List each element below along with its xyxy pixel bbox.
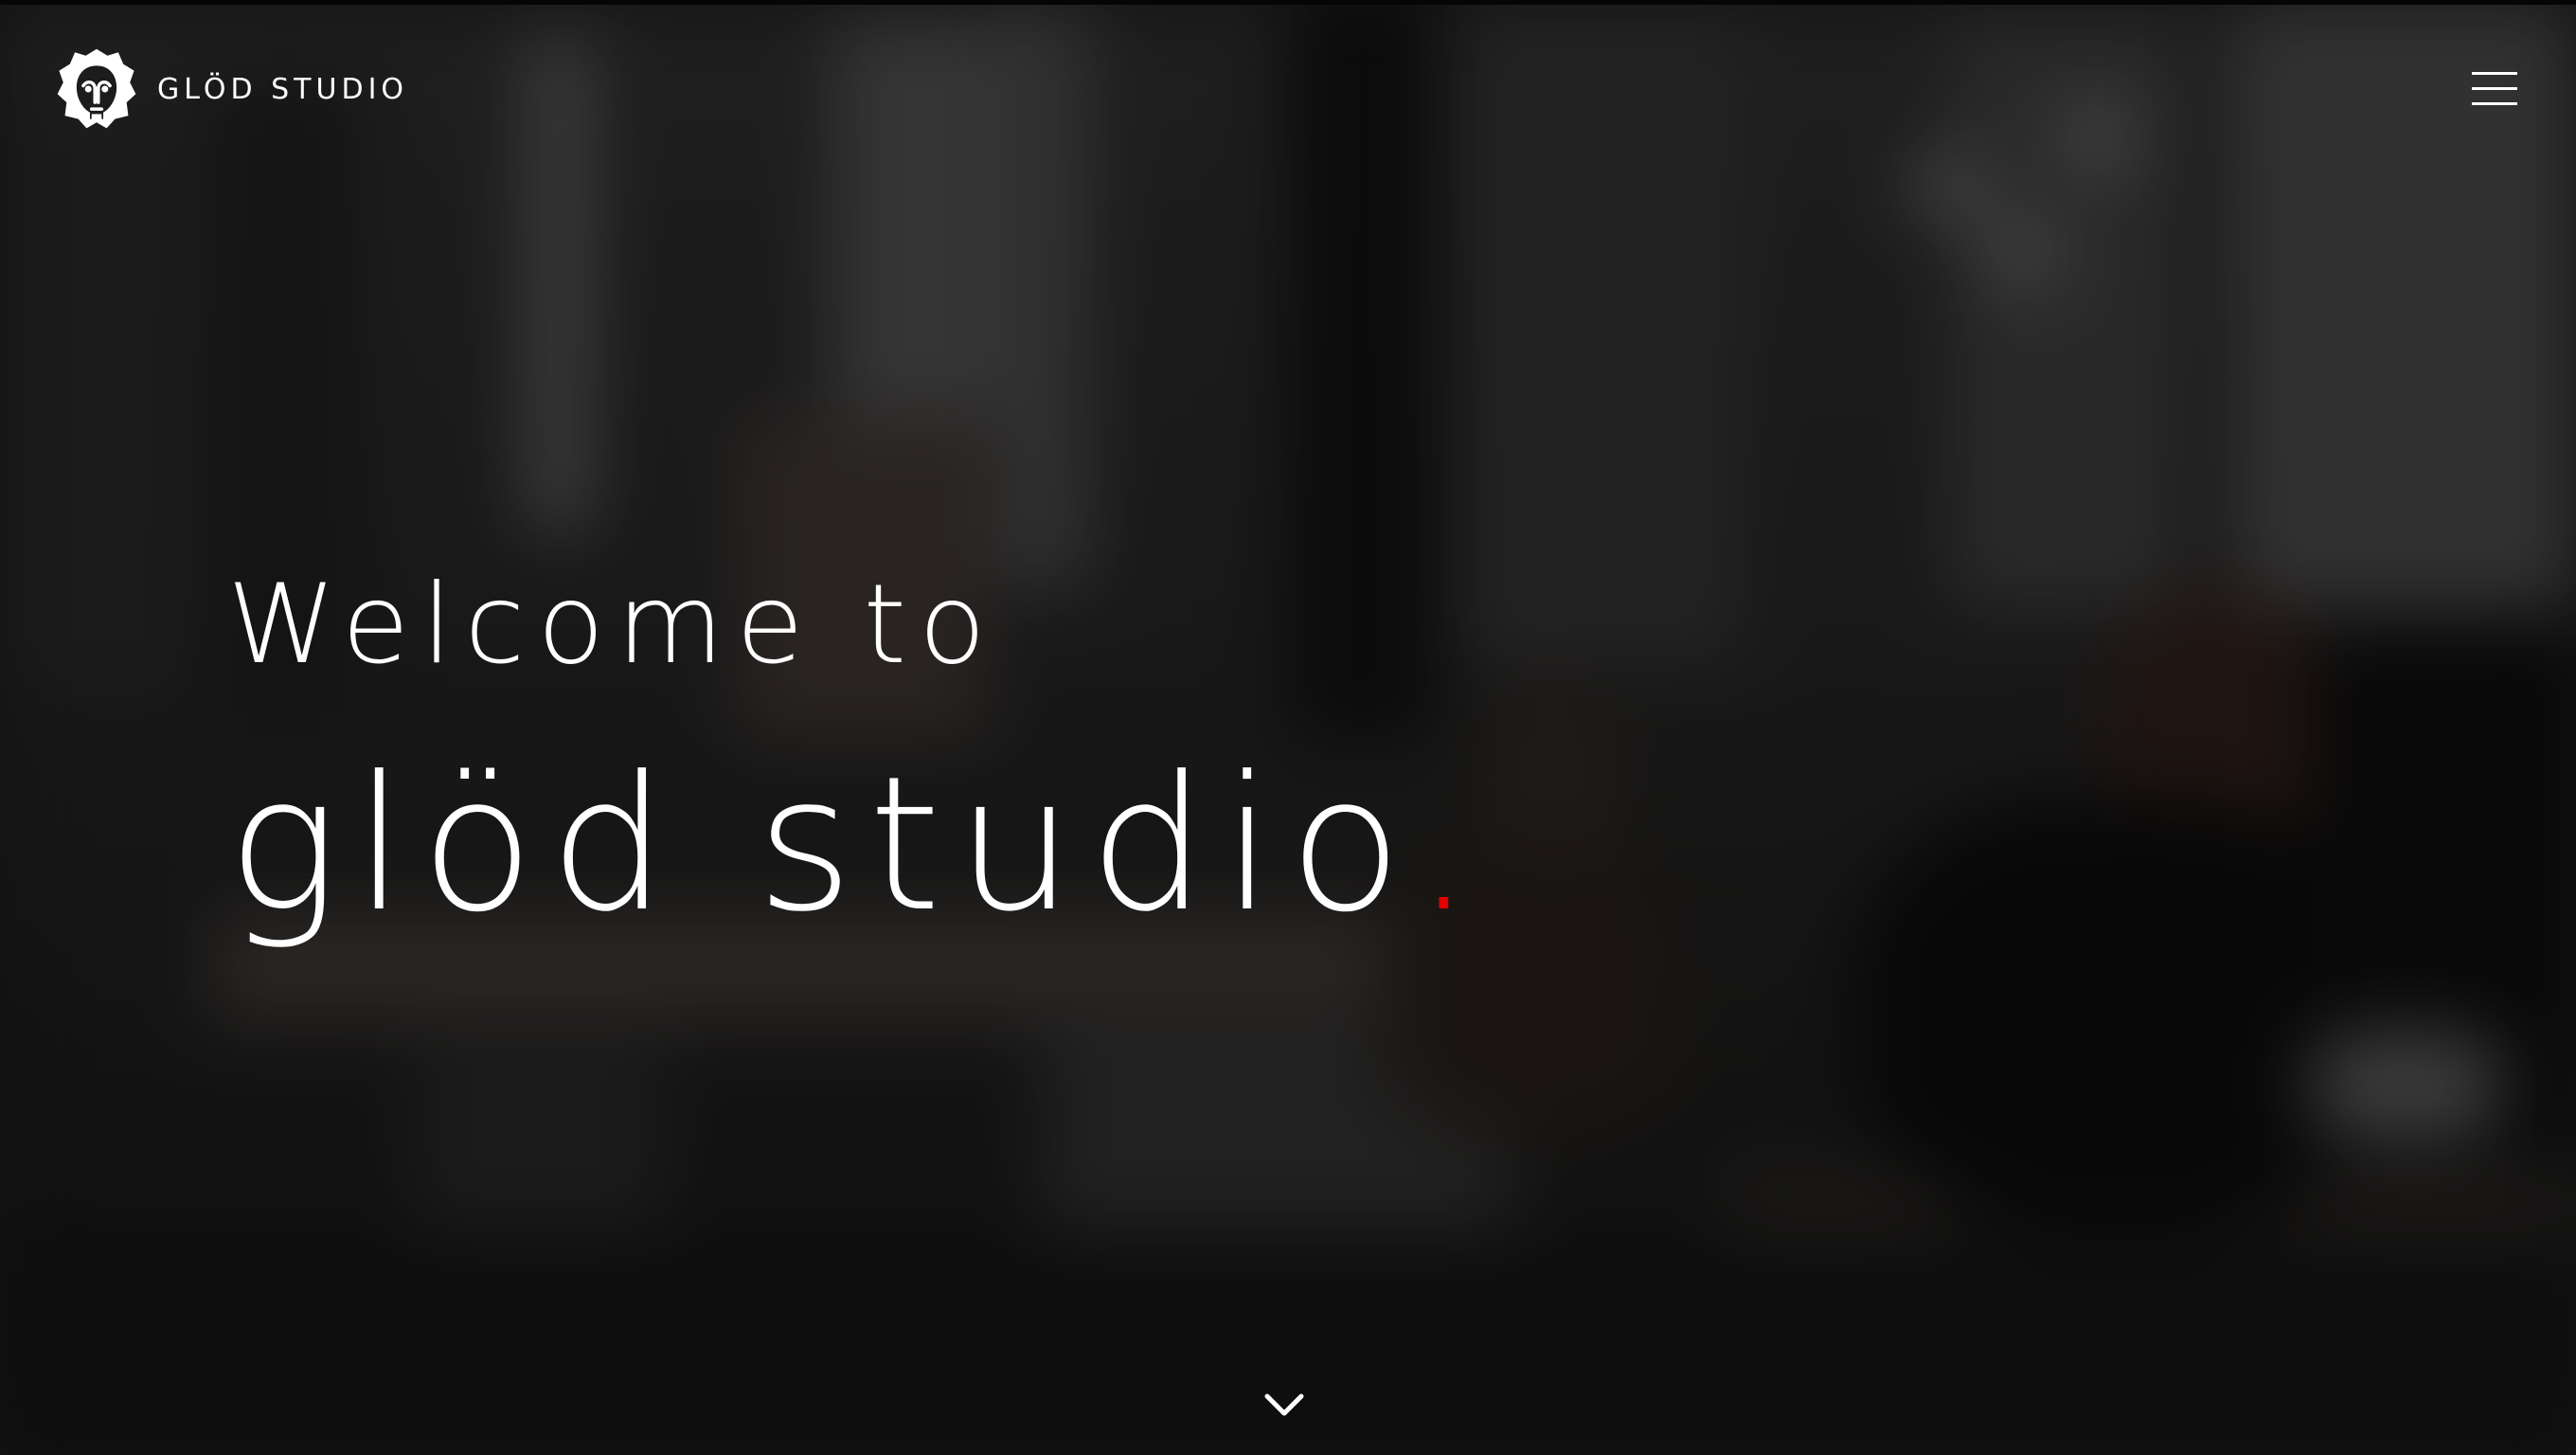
brand-name: GLÖD STUDIO [157,72,409,106]
chevron-down-icon[interactable] [1263,1391,1305,1419]
hero-section: Welcome to glöd studio. [227,559,1489,940]
lion-head-logo-icon [57,48,136,129]
top-border [0,0,2576,5]
hero-title-text: glöd studio [227,737,1415,953]
page: GLÖD STUDIO Welcome to glöd studio. [0,0,2576,1455]
menu-line [2472,87,2517,90]
hero-title: glöd studio. [227,750,1489,940]
menu-line [2472,72,2517,75]
hamburger-menu-button[interactable] [2472,72,2517,106]
menu-line [2472,102,2517,105]
hero-welcome-text: Welcome to [227,561,998,689]
brand-link[interactable]: GLÖD STUDIO [55,47,408,131]
hero-title-dot: . [1414,737,1489,953]
